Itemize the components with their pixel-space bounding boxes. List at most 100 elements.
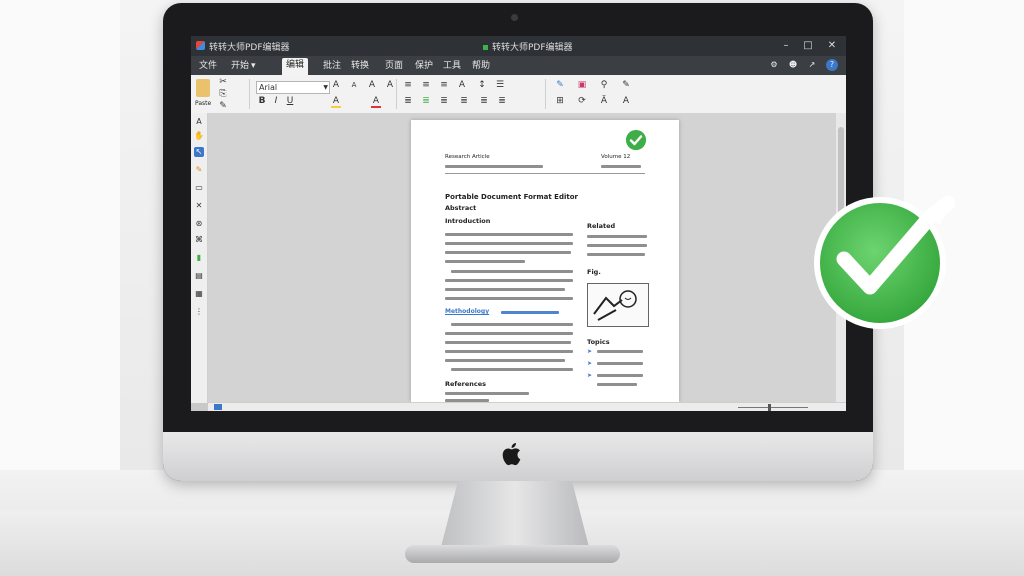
format-painter-icon[interactable]: ✎ (218, 101, 228, 111)
document-title: 转转大师PDF编辑器 (483, 40, 573, 53)
text-line (597, 383, 637, 386)
highlight-icon[interactable]: A (331, 96, 341, 108)
paste-icon[interactable] (196, 79, 210, 97)
text-tool-icon[interactable]: A (194, 117, 204, 127)
add-text-icon[interactable]: ✎ (621, 80, 631, 90)
edit-image-icon[interactable]: ▣ (577, 80, 587, 90)
text-style-icon[interactable]: A (367, 80, 377, 90)
doc-subtitle: Abstract (445, 204, 477, 212)
settings-icon[interactable]: ⚙ (768, 59, 780, 71)
doc-header-left: Research Article (445, 154, 490, 160)
crop-icon[interactable]: ⊞ (555, 96, 565, 106)
tab-page[interactable]: 页面 (381, 59, 407, 75)
background-icon[interactable]: A (621, 96, 631, 106)
shape-tool-icon[interactable]: ✕ (194, 201, 204, 211)
edit-link-icon[interactable]: ⚲ (599, 80, 609, 90)
document-canvas[interactable]: Research Article Volume 12 Portable Docu… (208, 113, 836, 402)
select-tool-icon[interactable]: ↖ (194, 147, 204, 157)
comment-tool-icon[interactable]: ▭ (194, 183, 204, 193)
zoom-slider[interactable] (738, 407, 808, 408)
font-color-icon[interactable]: A (371, 96, 381, 108)
menu-bar: 文件 开始 ▾ 编辑 批注 转换 页面 保护 工具 帮助 ⚙ ☻ ↗ ? (191, 56, 846, 75)
zoom-slider-handle[interactable] (768, 404, 771, 411)
tab-edit[interactable]: 编辑 (282, 58, 309, 75)
doc-references: References (445, 380, 487, 388)
tab-convert[interactable]: 转换 (347, 59, 373, 75)
pdf-page[interactable]: Research Article Volume 12 Portable Docu… (411, 120, 679, 402)
italic-icon[interactable]: I (271, 96, 281, 106)
user-icon[interactable]: ☻ (787, 59, 799, 71)
help-icon[interactable]: ? (826, 59, 838, 71)
title-bar: 转转大师PDF编辑器 转转大师PDF编辑器 – □ ✕ (191, 36, 846, 56)
minimize-icon[interactable]: – (779, 39, 793, 53)
watermark-icon[interactable]: Ä (599, 96, 609, 106)
pen-tool-icon[interactable]: ✎ (194, 165, 204, 175)
font-size-down-icon[interactable]: A (349, 80, 359, 90)
ruler-icon[interactable]: ⋮ (194, 307, 204, 317)
tab-annotate[interactable]: 批注 (319, 59, 345, 75)
list-bullet-icon: ➤ (587, 360, 593, 367)
font-size-up-icon[interactable]: A (331, 80, 341, 90)
ribbon-separator (249, 79, 250, 109)
monitor-stand (440, 481, 590, 551)
copy-icon[interactable]: ⎘ (218, 89, 228, 99)
text-line (451, 270, 573, 273)
justify-icon[interactable]: A (457, 80, 467, 90)
maximize-icon[interactable]: □ (801, 39, 815, 53)
paste-label: Paste (195, 100, 212, 107)
cut-icon[interactable]: ✂ (218, 77, 228, 87)
align-left-icon[interactable]: ≡ (403, 80, 413, 90)
text-line (597, 350, 643, 353)
clear-format-icon[interactable]: A (385, 80, 395, 90)
tab-help[interactable]: 帮助 (468, 59, 494, 75)
stamp-tool-icon[interactable]: ⊛ (194, 219, 204, 229)
close-icon[interactable]: ✕ (825, 39, 839, 53)
tab-dropdown-icon[interactable]: ▾ (247, 59, 260, 75)
hand-tool-icon[interactable]: ✋ (194, 131, 204, 141)
align-right-icon[interactable]: ≡ (439, 80, 449, 90)
align-center-icon[interactable]: ≡ (421, 80, 431, 90)
apple-logo-icon (502, 443, 521, 466)
doc-list-heading: Topics (587, 338, 610, 346)
indent-icon[interactable]: ≣ (403, 96, 413, 106)
numbered-list-icon[interactable]: ≣ (479, 96, 489, 106)
tab-file[interactable]: 文件 (195, 59, 221, 75)
webcam (511, 14, 518, 21)
spacing-icon[interactable]: ↕ (477, 80, 487, 90)
doc-link[interactable]: Methodology (445, 308, 489, 315)
font-family-select[interactable]: Arial ▼ (256, 81, 330, 94)
text-line (445, 392, 529, 395)
line-spacing-icon[interactable]: ≣ (439, 96, 449, 106)
bookmark-tool-icon[interactable]: ▮ (194, 253, 204, 263)
list-bullet-icon[interactable]: ☰ (495, 80, 505, 90)
font-family-value: Arial (259, 83, 278, 92)
text-line (445, 297, 573, 300)
app-title: 转转大师PDF编辑器 (209, 43, 290, 53)
text-line (597, 374, 643, 377)
text-line (445, 341, 571, 344)
more-options-icon[interactable]: ≣ (497, 96, 507, 106)
layers-tool-icon[interactable]: ▦ (194, 289, 204, 299)
share-icon[interactable]: ↗ (806, 59, 818, 71)
rotate-icon[interactable]: ⟳ (577, 96, 587, 106)
doc-side-heading: Related (587, 222, 616, 230)
list-bullet-icon: ➤ (587, 348, 593, 355)
text-line (445, 165, 543, 168)
app-screen: 转转大师PDF编辑器 转转大师PDF编辑器 – □ ✕ 文件 开始 ▾ 编辑 批… (191, 36, 846, 411)
link-line[interactable] (501, 311, 559, 314)
thumbnail-tool-icon[interactable]: ▤ (194, 271, 204, 281)
edit-text-icon[interactable]: ✎ (555, 80, 565, 90)
paragraph-icon[interactable]: ≣ (459, 96, 469, 106)
tab-protect[interactable]: 保护 (411, 59, 437, 75)
text-line (445, 260, 525, 263)
window-frame-left (0, 0, 120, 470)
attachment-tool-icon[interactable]: ⌘ (194, 235, 204, 245)
text-line (445, 242, 573, 245)
text-line (445, 279, 573, 282)
underline-icon[interactable]: U (285, 96, 295, 106)
page-thumb-icon[interactable] (214, 404, 222, 410)
doc-figure-image[interactable] (587, 283, 649, 327)
bold-icon[interactable]: B (257, 96, 267, 106)
tab-tools[interactable]: 工具 (439, 59, 465, 75)
outdent-icon[interactable]: ≣ (421, 96, 431, 106)
